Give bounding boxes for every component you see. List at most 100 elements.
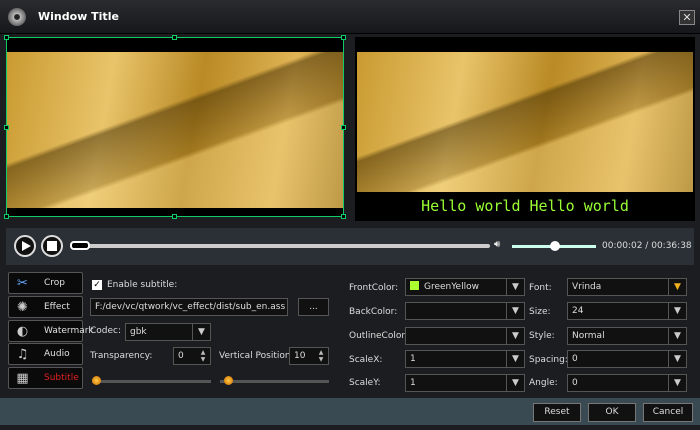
chevron-down-icon: ▼: [668, 328, 686, 344]
scalex-select[interactable]: 1 ▼: [405, 350, 525, 368]
angle-select[interactable]: 0 ▼: [567, 374, 687, 392]
spin-arrows-icon[interactable]: ▲ ▼: [197, 349, 209, 363]
scalex-label: ScaleX:: [349, 355, 383, 365]
spin-arrows-icon[interactable]: ▲ ▼: [315, 349, 327, 363]
browse-button[interactable]: ...: [298, 298, 329, 316]
style-select[interactable]: Normal ▼: [567, 327, 687, 345]
enable-subtitle-checkbox[interactable]: ✓: [92, 280, 102, 290]
subtitle-preview-text: Hello world Hello world: [421, 197, 629, 215]
scaley-label: ScaleY:: [349, 378, 381, 388]
volume-handle[interactable]: [550, 241, 560, 251]
chevron-down-icon: ▼: [506, 351, 524, 367]
front-color-select[interactable]: GreenYellow ▼: [405, 278, 525, 296]
color-swatch: [410, 281, 419, 290]
tab-label: Crop: [44, 278, 66, 288]
chevron-down-icon: ▼: [668, 303, 686, 319]
time-display: 00:00:02 / 00:36:38: [602, 241, 692, 251]
scaley-value: 1: [410, 378, 416, 388]
chevron-down-icon: ▼: [668, 279, 686, 295]
crop-handle[interactable]: [341, 35, 346, 40]
watermark-icon: ◐: [16, 324, 29, 339]
transparency-slider[interactable]: [92, 380, 211, 383]
tab-audio[interactable]: ♫ Audio: [8, 343, 83, 365]
front-color-label: FrontColor:: [349, 283, 399, 293]
style-label: Style:: [529, 331, 555, 341]
vertical-position-slider[interactable]: [220, 380, 329, 383]
app-logo-icon: [8, 8, 26, 26]
tab-label: Subtitle: [44, 373, 79, 383]
seek-slider[interactable]: [70, 244, 490, 248]
chevron-down-icon: ▼: [668, 375, 686, 391]
vertical-position-value: 10: [294, 351, 306, 361]
tab-label: Watermark: [44, 326, 94, 336]
scaley-select[interactable]: 1 ▼: [405, 374, 525, 392]
angle-label: Angle:: [529, 378, 558, 388]
chevron-down-icon: ▼: [506, 303, 524, 319]
enable-subtitle-label: Enable subtitle:: [107, 280, 178, 290]
vertical-position-label: Vertical Position:: [219, 351, 294, 361]
chevron-down-icon: ▼: [668, 351, 686, 367]
crop-handle[interactable]: [4, 125, 9, 130]
vertical-position-spinbox[interactable]: 10 ▲ ▼: [289, 347, 329, 365]
spacing-select[interactable]: 0 ▼: [567, 350, 687, 368]
vertical-position-slider-handle[interactable]: [224, 376, 233, 385]
size-label: Size:: [529, 307, 551, 317]
stop-icon: [47, 241, 57, 251]
total-time: 00:36:38: [651, 241, 692, 251]
chevron-down-icon: ▼: [506, 328, 524, 344]
codec-value: gbk: [130, 327, 147, 337]
codec-select[interactable]: gbk ▼: [125, 323, 211, 341]
crop-handle[interactable]: [172, 35, 177, 40]
cancel-button[interactable]: Cancel: [643, 403, 693, 422]
back-color-select[interactable]: ▼: [405, 302, 525, 320]
font-select[interactable]: Vrinda ▼: [567, 278, 687, 296]
font-label: Font:: [529, 283, 552, 293]
crop-handle[interactable]: [4, 214, 9, 219]
outline-color-label: OutlineColor:: [349, 331, 408, 341]
style-value: Normal: [572, 331, 605, 341]
time-separator: /: [645, 241, 649, 251]
tab-label: Audio: [44, 349, 70, 359]
size-value: 24: [572, 306, 584, 316]
size-select[interactable]: 24 ▼: [567, 302, 687, 320]
ok-button[interactable]: OK: [588, 403, 636, 422]
current-time: 00:00:02: [602, 241, 643, 251]
back-color-label: BackColor:: [349, 307, 398, 317]
spacing-value: 0: [572, 354, 578, 364]
close-button[interactable]: ✕: [679, 10, 695, 25]
tab-watermark[interactable]: ◐ Watermark: [8, 320, 94, 342]
sun-icon: ✺: [17, 300, 28, 315]
film-icon: ▦: [16, 371, 29, 386]
play-button[interactable]: [14, 235, 36, 257]
chevron-down-icon: ▼: [192, 324, 210, 340]
transparency-label: Transparency:: [90, 351, 153, 361]
crop-handle[interactable]: [4, 35, 9, 40]
front-color-value: GreenYellow: [424, 282, 479, 292]
transparency-spinbox[interactable]: 0 ▲ ▼: [173, 347, 211, 365]
window-title: Window Title: [38, 10, 119, 23]
subtitle-file-input[interactable]: F:/dev/vc/qtwork/vc_effect/dist/sub_en.a…: [90, 298, 288, 316]
tab-subtitle[interactable]: ▦ Subtitle: [8, 367, 83, 389]
font-value: Vrinda: [572, 282, 602, 292]
scalex-value: 1: [410, 354, 416, 364]
seek-handle[interactable]: [70, 241, 90, 250]
crop-handle[interactable]: [172, 214, 177, 219]
crop-handle[interactable]: [341, 125, 346, 130]
codec-label: Codec:: [90, 326, 122, 336]
music-icon: ♫: [16, 347, 29, 362]
stop-button[interactable]: [41, 235, 63, 257]
volume-icon[interactable]: 🔊︎: [494, 239, 500, 250]
tab-label: Effect: [44, 302, 70, 312]
tab-effect[interactable]: ✺ Effect: [8, 296, 83, 318]
crop-handle[interactable]: [341, 214, 346, 219]
transparency-value: 0: [178, 351, 184, 361]
scissors-icon: ✂: [17, 276, 28, 291]
play-icon: [22, 241, 31, 251]
reset-button[interactable]: Reset: [533, 403, 581, 422]
transparency-slider-handle[interactable]: [92, 376, 101, 385]
result-video-frame: [357, 52, 693, 192]
tab-crop[interactable]: ✂ Crop: [8, 272, 83, 294]
chevron-down-icon: ▼: [506, 375, 524, 391]
crop-rectangle[interactable]: [4, 35, 346, 219]
outline-color-select[interactable]: ▼: [405, 327, 525, 345]
